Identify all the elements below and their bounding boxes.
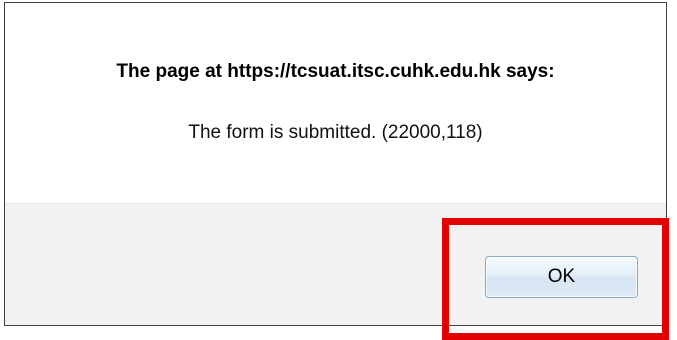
dialog-title: The page at https://tcsuat.itsc.cuhk.edu… xyxy=(116,61,555,82)
ok-button[interactable]: OK xyxy=(485,256,638,298)
dialog-message: The form is submitted. (22000,118) xyxy=(188,122,483,143)
dialog-body: The page at https://tcsuat.itsc.cuhk.edu… xyxy=(5,3,666,203)
dialog-footer: OK xyxy=(5,203,666,325)
alert-dialog: The page at https://tcsuat.itsc.cuhk.edu… xyxy=(4,2,667,326)
